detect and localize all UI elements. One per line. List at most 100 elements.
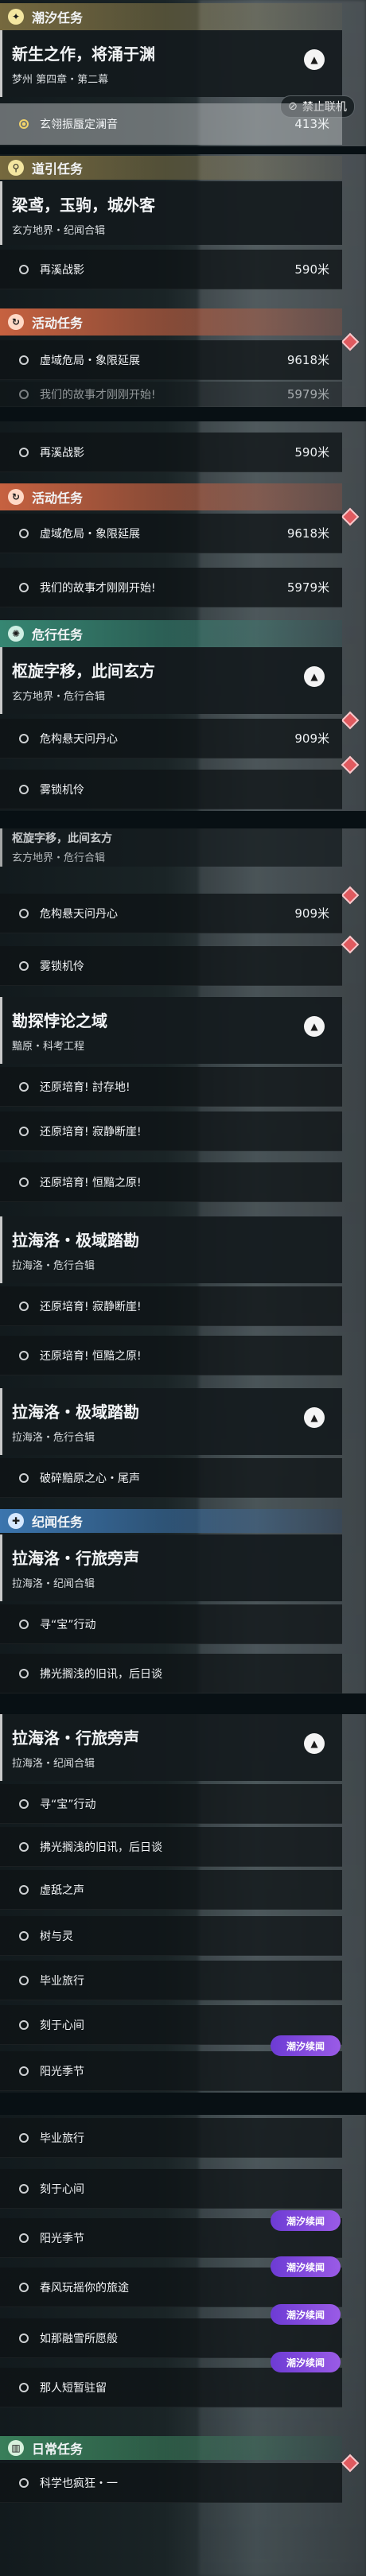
task-row[interactable]: 阳光季节 bbox=[0, 2051, 342, 2091]
task-ring-icon bbox=[19, 355, 29, 365]
task-row[interactable]: 再溪战影 590米 bbox=[0, 250, 342, 289]
task-ring-icon bbox=[19, 1884, 29, 1895]
task-row[interactable]: 再溪战影 590米 bbox=[0, 433, 342, 472]
task-label: 再溪战影 bbox=[40, 446, 84, 460]
task-row[interactable]: 雾锁机伶 bbox=[0, 946, 342, 986]
swirl-icon: ↻ bbox=[8, 489, 24, 505]
task-label: 刻于心间 bbox=[40, 2182, 84, 2196]
task-label: 毕业旅行 bbox=[40, 2132, 84, 2145]
task-distance: 413米 bbox=[294, 117, 329, 131]
category-activity[interactable]: ↻ 活动任务 bbox=[0, 308, 342, 336]
task-row[interactable]: 毕业旅行 bbox=[0, 2118, 342, 2158]
collapse-icon[interactable]: ▲ bbox=[304, 666, 325, 687]
quest-subtitle: 玄方地界・危行合辑 bbox=[12, 691, 106, 703]
quest-subtitle: 拉海洛・危行合辑 bbox=[12, 1432, 95, 1444]
task-ring-icon bbox=[19, 1668, 29, 1678]
task-row[interactable]: 虚舐之声 bbox=[0, 1870, 342, 1910]
quest-guide[interactable]: 梁鸢，玉驹，城外客 玄方地界・纪闻合辑 bbox=[0, 181, 342, 245]
task-row[interactable]: 还原培育! 恒黯之原! bbox=[0, 1336, 342, 1375]
plus-icon: ✚ bbox=[8, 1513, 24, 1529]
task-label: 树与灵 bbox=[40, 1930, 73, 1943]
collapse-icon[interactable]: ▲ bbox=[304, 1016, 325, 1037]
task-row[interactable]: 寻“宝”行动 bbox=[0, 1784, 342, 1824]
collapse-icon[interactable]: ▲ bbox=[304, 49, 325, 70]
task-label: 毕业旅行 bbox=[40, 1974, 84, 1988]
task-ring-icon bbox=[19, 2066, 29, 2076]
task-row[interactable]: 树与灵 bbox=[0, 1916, 342, 1956]
category-label: 日常任务 bbox=[32, 2442, 84, 2457]
task-ring-icon bbox=[19, 582, 29, 592]
task-label: 拂光搁浅的旧讯，后日谈 bbox=[40, 1841, 162, 1854]
task-row[interactable]: 破碎黯原之心・尾声 bbox=[0, 1458, 342, 1498]
quest-subtitle: 拉海洛・纪闻合辑 bbox=[12, 1758, 95, 1770]
divider bbox=[0, 1693, 366, 1714]
task-ring-icon bbox=[19, 784, 29, 794]
task-label: 还原培育! 恒黯之原! bbox=[40, 1176, 142, 1189]
task-row[interactable]: 拂光搁浅的旧讯，后日谈 bbox=[0, 1827, 342, 1867]
category-activity[interactable]: ↻ 活动任务 bbox=[0, 483, 342, 510]
task-row[interactable]: 寻“宝”行动 bbox=[0, 1604, 342, 1644]
task-ring-icon bbox=[19, 1975, 29, 1985]
quest-chronicle[interactable]: 拉海洛・行旅旁声 拉海洛・纪闻合辑 bbox=[0, 1534, 342, 1601]
category-chronicle[interactable]: ✚ 纪闻任务 bbox=[0, 1509, 342, 1533]
task-distance: 9618米 bbox=[286, 526, 329, 541]
quest-explore[interactable]: 勘探悖论之域 黯原・科考工程 ▲ bbox=[0, 997, 342, 1064]
quest-lahai[interactable]: 拉海洛・极域踏勘 拉海洛・危行合辑 ▲ bbox=[0, 1388, 342, 1455]
task-row[interactable]: 科学也疯狂・一 bbox=[0, 2463, 342, 2503]
task-row[interactable]: 毕业旅行 bbox=[0, 1961, 342, 2000]
task-ring-icon bbox=[19, 1177, 29, 1187]
category-guide[interactable]: ⚲ 道引任务 bbox=[0, 156, 342, 180]
task-row[interactable]: 虚域危局・象限延展 9618米 bbox=[0, 514, 342, 553]
task-row[interactable]: 那人短暂驻留 bbox=[0, 2368, 342, 2407]
task-ring-icon bbox=[19, 2132, 29, 2143]
book-icon: ▥ bbox=[8, 2440, 24, 2456]
task-row[interactable]: 雾锁机伶 bbox=[0, 770, 342, 809]
task-row[interactable]: 刻于心间 bbox=[0, 2169, 342, 2209]
map-marker-icon bbox=[341, 2454, 360, 2473]
quest-title: 新生之作，将涌于渊 bbox=[12, 45, 155, 64]
quest-danger-peek[interactable]: 枢旋字移，此间玄方 玄方地界・危行合辑 bbox=[0, 828, 342, 867]
quest-chronicle[interactable]: 拉海洛・行旅旁声 拉海洛・纪闻合辑 ▲ bbox=[0, 1714, 342, 1781]
badge-label: 潮汐续闻 bbox=[286, 2309, 325, 2321]
badge-label: 潮汐续闻 bbox=[286, 2040, 325, 2052]
task-row[interactable]: 还原培育! 寂静断崖! bbox=[0, 1286, 342, 1326]
collapse-icon[interactable]: ▲ bbox=[304, 1733, 325, 1754]
task-active[interactable]: 玄翎振蜃定澜音 413米 bbox=[0, 103, 342, 145]
task-label: 那人短暂驻留 bbox=[40, 2381, 107, 2395]
quest-subtitle: 玄方地界・纪闻合辑 bbox=[12, 225, 106, 237]
collapse-icon[interactable]: ▲ bbox=[304, 1407, 325, 1428]
category-label: 潮汐任务 bbox=[32, 10, 84, 25]
task-row[interactable]: 还原培育! 恒黯之原! bbox=[0, 1162, 342, 1202]
task-row[interactable]: 虚域危局・象限延展 9618米 bbox=[0, 340, 342, 380]
task-label: 我们的故事才刚刚开始! bbox=[40, 388, 156, 402]
task-distance: 909米 bbox=[294, 906, 329, 921]
quest-subtitle: 梦州 第四章・第二幕 bbox=[12, 74, 109, 86]
task-row[interactable]: 我们的故事才刚刚开始! 5979米 bbox=[0, 568, 342, 607]
task-label: 虚舐之声 bbox=[40, 1884, 84, 1897]
quest-lahai[interactable]: 拉海洛・极域踏勘 拉海洛・危行合辑 bbox=[0, 1216, 342, 1283]
task-label: 如那融雪所愿般 bbox=[40, 2332, 118, 2345]
quest-title: 枢旋字移，此间玄方 bbox=[12, 661, 155, 681]
quest-tide[interactable]: 新生之作，将涌于渊 梦州 第四章・第二幕 ▲ bbox=[0, 30, 342, 97]
category-tide[interactable]: ✦ 潮汐任务 bbox=[0, 3, 342, 30]
tide-sequel-badge: 潮汐续闻 bbox=[271, 2210, 341, 2231]
task-label: 阳光季节 bbox=[40, 2065, 84, 2078]
task-ring-icon bbox=[19, 2333, 29, 2343]
task-row[interactable]: 危构悬天问丹心 909米 bbox=[0, 719, 342, 758]
task-row[interactable]: 拂光搁浅的旧讯，后日谈 bbox=[0, 1654, 342, 1693]
quest-title: 拉海洛・行旅旁声 bbox=[12, 1549, 139, 1568]
category-daily[interactable]: ▥ 日常任务 bbox=[0, 2436, 342, 2460]
tide-sequel-badge: 潮汐续闻 bbox=[271, 2304, 341, 2325]
task-row[interactable]: 我们的故事才刚刚开始! 5979米 bbox=[0, 382, 342, 407]
quest-danger[interactable]: 枢旋字移，此间玄方 玄方地界・危行合辑 ▲ bbox=[0, 647, 342, 714]
quest-subtitle: 拉海洛・纪闻合辑 bbox=[12, 1578, 95, 1590]
task-row[interactable]: 还原培育! 討存地! bbox=[0, 1067, 342, 1107]
category-label: 活动任务 bbox=[32, 316, 84, 331]
quest-subtitle: 玄方地界・危行合辑 bbox=[12, 852, 106, 864]
task-row[interactable]: 还原培育! 寂静断崖! bbox=[0, 1111, 342, 1151]
category-danger[interactable]: ✺ 危行任务 bbox=[0, 620, 342, 647]
task-row[interactable]: 危构悬天问丹心 909米 bbox=[0, 894, 342, 933]
divider bbox=[0, 811, 366, 828]
divider bbox=[0, 407, 366, 421]
location-icon: ⚲ bbox=[8, 160, 24, 176]
